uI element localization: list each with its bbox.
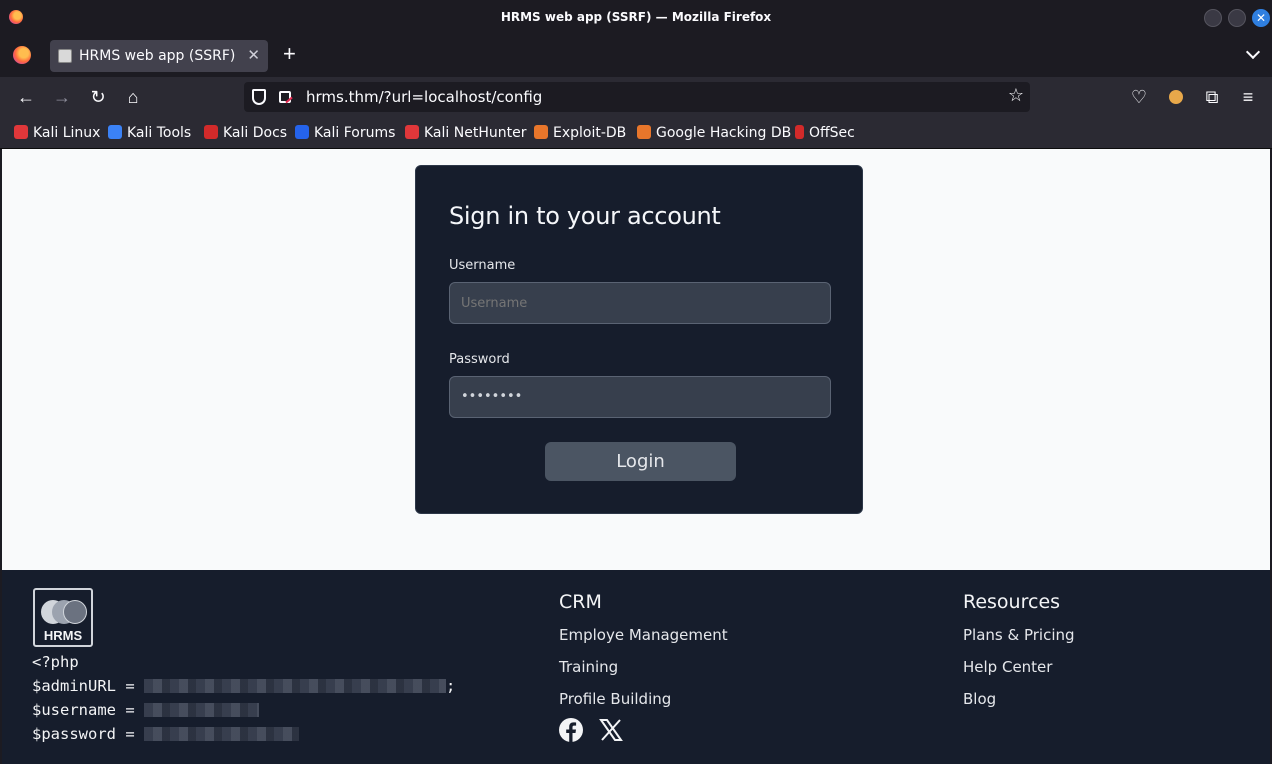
link-employe-management[interactable]: Employe Management bbox=[559, 626, 728, 644]
link-training[interactable]: Training bbox=[559, 658, 618, 676]
list-all-tabs-chevron-icon[interactable] bbox=[1245, 44, 1261, 60]
bookmark-kali-docs[interactable]: Kali Docs bbox=[204, 125, 287, 141]
password-input[interactable]: •••••••• bbox=[449, 376, 831, 418]
insecure-lock-icon[interactable] bbox=[279, 91, 291, 103]
extension-badge-icon[interactable] bbox=[1165, 86, 1187, 108]
bookmark-kali-nethunter[interactable]: Kali NetHunter bbox=[405, 125, 526, 141]
php-open-tag: <?php bbox=[32, 653, 79, 671]
x-twitter-icon[interactable] bbox=[599, 718, 623, 742]
close-window-button[interactable]: ✕ bbox=[1252, 9, 1270, 27]
logo-circle-3-icon bbox=[63, 600, 87, 624]
link-plans-pricing[interactable]: Plans & Pricing bbox=[963, 626, 1075, 644]
username-label: Username bbox=[449, 258, 516, 273]
bookmark-kali-linux[interactable]: Kali Linux bbox=[14, 125, 100, 141]
link-help-center[interactable]: Help Center bbox=[963, 658, 1052, 676]
tab-favicon-icon bbox=[58, 49, 72, 63]
url-text[interactable]: hrms.thm/?url=localhost/config bbox=[306, 88, 542, 106]
tab-bar: HRMS web app (SSRF) ✕ + bbox=[0, 35, 1272, 77]
kali-linux-icon bbox=[14, 125, 28, 139]
firefox-view-icon[interactable] bbox=[13, 46, 31, 64]
username-line: $username = bbox=[32, 701, 259, 719]
maximize-button[interactable] bbox=[1228, 9, 1246, 27]
minimize-button[interactable] bbox=[1204, 9, 1222, 27]
tab-hrms[interactable]: HRMS web app (SSRF) ✕ bbox=[50, 40, 268, 72]
navigation-toolbar: ← → ↻ ⌂ hrms.thm/?url=localhost/config ☆… bbox=[0, 77, 1272, 117]
back-button[interactable]: ← bbox=[15, 86, 37, 108]
home-button[interactable]: ⌂ bbox=[122, 86, 144, 108]
extensions-icon[interactable]: ⧉ bbox=[1201, 86, 1223, 108]
bookmark-kali-forums[interactable]: Kali Forums bbox=[295, 125, 395, 141]
password-line: $password = bbox=[32, 725, 299, 743]
kali-forums-icon bbox=[295, 125, 309, 139]
google-hacking-db-icon bbox=[637, 125, 651, 139]
pocket-icon[interactable]: ♡ bbox=[1128, 86, 1150, 108]
bookmark-google-hacking-db[interactable]: Google Hacking DB bbox=[637, 125, 791, 141]
tracking-protection-shield-icon[interactable] bbox=[252, 89, 266, 105]
url-bar[interactable]: hrms.thm/?url=localhost/config ☆ bbox=[244, 82, 1030, 112]
redacted-username bbox=[143, 703, 259, 717]
offsec-icon bbox=[795, 125, 804, 139]
reload-button[interactable]: ↻ bbox=[87, 86, 109, 108]
bookmark-offsec[interactable]: OffSec bbox=[795, 125, 855, 141]
app-menu-icon[interactable]: ≡ bbox=[1237, 86, 1259, 108]
new-tab-button[interactable]: + bbox=[283, 43, 296, 65]
link-profile-building[interactable]: Profile Building bbox=[559, 690, 671, 708]
bookmark-kali-tools[interactable]: Kali Tools bbox=[108, 125, 191, 141]
redacted-admin-url bbox=[143, 679, 446, 693]
bookmark-star-icon[interactable]: ☆ bbox=[1008, 85, 1024, 106]
window-title: HRMS web app (SSRF) — Mozilla Firefox bbox=[500, 10, 772, 24]
admin-url-line: $adminURL = ; bbox=[32, 677, 456, 695]
resources-heading: Resources bbox=[963, 591, 1061, 613]
facebook-icon[interactable] bbox=[559, 718, 583, 742]
window-titlebar: HRMS web app (SSRF) — Mozilla Firefox ✕ bbox=[0, 0, 1272, 35]
bookmarks-toolbar: Kali Linux Kali Tools Kali Docs Kali For… bbox=[0, 117, 1272, 149]
link-blog[interactable]: Blog bbox=[963, 690, 996, 708]
hrms-logo[interactable]: HRMS bbox=[33, 588, 93, 647]
kali-nethunter-icon bbox=[405, 125, 419, 139]
login-card: Sign in to your account Username Passwor… bbox=[415, 165, 863, 514]
site-footer: HRMS <?php $adminURL = ; $username = $pa… bbox=[2, 570, 1270, 764]
tab-close-icon[interactable]: ✕ bbox=[247, 46, 260, 64]
crm-heading: CRM bbox=[559, 591, 602, 613]
kali-tools-icon bbox=[108, 125, 122, 139]
redacted-password bbox=[143, 727, 299, 741]
username-input[interactable] bbox=[449, 282, 831, 324]
login-heading: Sign in to your account bbox=[449, 202, 721, 230]
kali-docs-icon bbox=[204, 125, 218, 139]
logo-text: HRMS bbox=[43, 628, 83, 643]
password-label: Password bbox=[449, 352, 510, 367]
page-viewport: Sign in to your account Username Passwor… bbox=[0, 149, 1272, 764]
exploit-db-icon bbox=[534, 125, 548, 139]
forward-button[interactable]: → bbox=[51, 86, 73, 108]
tab-label: HRMS web app (SSRF) bbox=[79, 48, 236, 64]
login-button[interactable]: Login bbox=[545, 442, 736, 481]
bookmark-exploit-db[interactable]: Exploit-DB bbox=[534, 125, 626, 141]
